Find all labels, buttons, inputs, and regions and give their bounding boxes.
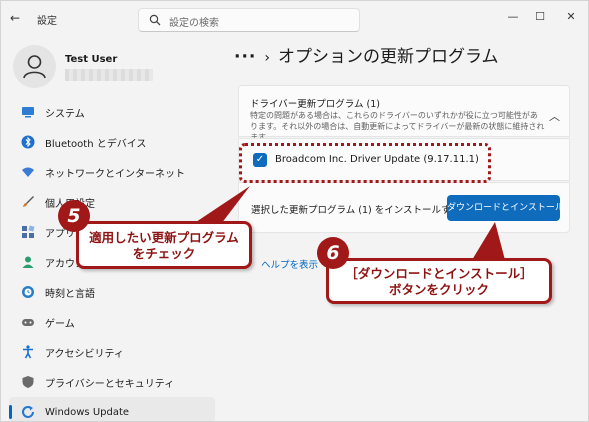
sidebar-item-label: ネットワークとインターネット [45,168,185,180]
sidebar-item-privacy[interactable]: プライバシーとセキュリティ [9,367,215,397]
install-description: 選択した更新プログラム (1) をインストールする [251,205,461,216]
sidebar-item-time-language[interactable]: 時刻と言語 [9,277,215,307]
step-6-badge: 6 [317,237,349,269]
apps-icon [22,225,35,238]
wifi-icon [22,167,34,177]
callout-6-line1: ［ダウンロードとインストール］ [345,266,533,281]
callout-6-line2: ボタンをクリック [388,282,489,297]
title-bar: ← 設定 設定の検索 — ☐ ✕ [1,1,588,35]
step-5-badge: 5 [58,200,90,232]
game-controller-icon [22,319,34,326]
shield-icon [22,376,34,388]
account-icon [22,256,34,268]
back-arrow-icon[interactable]: ← [10,11,24,25]
callout-5-line2: をチェック [132,246,196,261]
install-row: 選択した更新プログラム (1) をインストールする ダウンロードとインストール [238,182,570,233]
download-install-button[interactable]: ダウンロードとインストール [447,195,564,221]
sidebar-item-accessibility[interactable]: アクセシビリティ [9,337,215,367]
sidebar-item-network[interactable]: ネットワークとインターネット [9,157,215,187]
globe-clock-icon [22,286,34,298]
sidebar-item-system[interactable]: システム [9,97,215,127]
sidebar-item-label: 時刻と言語 [45,288,95,300]
selected-indicator [9,405,12,419]
callout-step-6: ［ダウンロードとインストール］ ボタンをクリック [326,258,552,304]
sidebar-item-label: アクセシビリティ [45,348,124,360]
breadcrumb-separator: › [264,50,270,66]
sidebar-item-bluetooth[interactable]: Bluetooth とデバイス [9,127,215,157]
search-box[interactable]: 設定の検索 [138,8,360,32]
search-input[interactable]: 設定の検索 [169,14,219,29]
callout-step-5: 適用したい更新プログラム をチェック [76,221,252,269]
display-icon [22,107,34,118]
brush-icon [23,196,34,207]
sidebar-item-label: プライバシーとセキュリティ [45,378,175,390]
accessibility-icon [23,345,33,359]
sidebar-item-gaming[interactable]: ゲーム [9,307,215,337]
highlight-checkbox-area [239,143,491,183]
sidebar-item-label: ゲーム [45,318,75,330]
close-icon[interactable]: ✕ [556,7,586,27]
breadcrumb: ··· › オプションの更新プログラム [234,42,498,67]
search-icon [149,14,161,26]
sidebar-item-label: Windows Update [45,406,130,418]
maximize-icon[interactable]: ☐ [525,7,555,27]
sidebar-item-personalization[interactable]: 個人用設定 [9,187,215,217]
section-title: ドライバー更新プログラム (1) [250,99,381,110]
sidebar-item-label: システム [45,108,85,120]
app-title: 設定 [37,16,57,27]
chevron-up-icon[interactable]: ︿ [549,108,560,124]
person-icon [23,55,46,79]
sidebar-item-windows-update[interactable]: Windows Update [9,397,215,421]
sidebar-item-label: Bluetooth とデバイス [45,138,147,150]
windows-update-icon [22,406,34,418]
bluetooth-icon [21,135,35,149]
avatar [13,45,56,88]
minimize-icon[interactable]: — [498,7,528,27]
breadcrumb-more-button[interactable]: ··· [234,47,256,67]
driver-updates-section[interactable]: ドライバー更新プログラム (1) 特定の問題がある場合は、これらのドライバーのい… [238,85,570,142]
user-name: Test User [65,54,118,65]
user-email-masked [65,69,153,81]
page-title: オプションの更新プログラム [277,47,499,67]
callout-5-line1: 適用したい更新プログラム [89,230,239,245]
help-link[interactable]: ヘルプを表示 [261,257,318,271]
